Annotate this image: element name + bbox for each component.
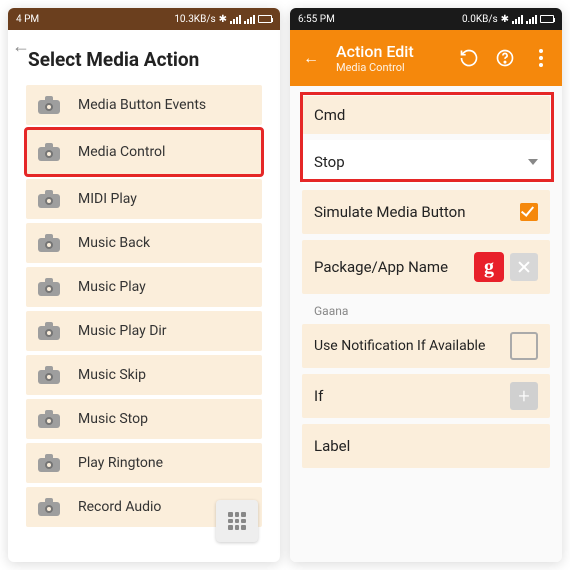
simulate-label: Simulate Media Button xyxy=(314,203,466,221)
battery-icon xyxy=(540,15,554,23)
signal-icon xyxy=(230,15,241,24)
list-item-selected[interactable]: Media Control xyxy=(26,129,262,175)
overflow-icon[interactable] xyxy=(530,47,552,69)
list-item[interactable]: Play Ringtone xyxy=(26,443,262,483)
signal-icon xyxy=(526,15,537,24)
status-net: 0.0KB/s xyxy=(462,14,498,25)
camera-icon xyxy=(38,454,60,472)
plus-icon[interactable]: + xyxy=(510,382,538,410)
list-item-label: Music Play Dir xyxy=(78,323,167,339)
help-icon[interactable] xyxy=(494,47,516,69)
statusbar: 6:55 PM 0.0KB/s ✱ xyxy=(290,8,562,30)
camera-icon xyxy=(38,366,60,384)
package-label: Package/App Name xyxy=(314,258,448,276)
camera-icon xyxy=(38,143,60,161)
camera-icon xyxy=(38,322,60,340)
checkbox-unchecked-icon[interactable] xyxy=(510,332,538,360)
checkbox-checked-icon[interactable] xyxy=(520,203,538,221)
grid-fab-button[interactable] xyxy=(216,500,258,542)
form: Cmd Stop Simulate Media Button Package/A… xyxy=(290,86,562,562)
cmd-label-row: Cmd xyxy=(302,96,550,134)
appbar-title: Action Edit xyxy=(336,42,444,61)
notification-row[interactable]: Use Notification If Available xyxy=(302,324,550,368)
chevron-down-icon xyxy=(528,159,538,165)
camera-icon xyxy=(38,234,60,252)
simulate-row[interactable]: Simulate Media Button xyxy=(302,190,550,234)
list-item[interactable]: Music Back xyxy=(26,223,262,263)
page-header: Select Media Action xyxy=(8,30,280,85)
undo-icon[interactable] xyxy=(458,47,480,69)
appbar-subtitle: Media Control xyxy=(336,61,444,74)
signal-icon xyxy=(512,15,523,24)
phone-left: 4 PM 10.3KB/s ✱ ← Select Media Action Me… xyxy=(8,8,280,562)
statusbar: 4 PM 10.3KB/s ✱ xyxy=(8,8,280,30)
label-label: Label xyxy=(314,437,350,455)
if-row[interactable]: If + xyxy=(302,374,550,418)
back-icon[interactable]: ← xyxy=(12,36,30,57)
phone-right: 6:55 PM 0.0KB/s ✱ ← Action Edit Media Co… xyxy=(290,8,562,562)
label-row[interactable]: Label xyxy=(302,424,550,468)
list-item-label: Play Ringtone xyxy=(78,455,163,471)
close-icon xyxy=(517,260,531,274)
list-item[interactable]: Music Stop xyxy=(26,399,262,439)
appbar: ← Action Edit Media Control xyxy=(290,30,562,86)
list-item-label: Media Control xyxy=(78,144,165,160)
back-icon[interactable]: ← xyxy=(300,47,322,69)
cmd-dropdown[interactable]: Stop xyxy=(302,140,550,184)
list-item-label: Record Audio xyxy=(78,499,161,515)
cmd-label: Cmd xyxy=(314,106,345,124)
if-label: If xyxy=(314,387,323,405)
list-item[interactable]: MIDI Play xyxy=(26,179,262,219)
list-item-label: Music Play xyxy=(78,279,146,295)
status-time: 4 PM xyxy=(16,14,39,25)
list-item-label: Music Skip xyxy=(78,367,146,383)
list-item-label: Music Back xyxy=(78,235,150,251)
list-item-label: Media Button Events xyxy=(78,97,206,113)
battery-icon xyxy=(258,15,272,23)
camera-icon xyxy=(38,498,60,516)
grid-icon xyxy=(228,512,246,530)
list-item[interactable]: Media Button Events xyxy=(26,85,262,125)
app-badge: g xyxy=(474,252,504,282)
list-item[interactable]: Music Skip xyxy=(26,355,262,395)
camera-icon xyxy=(38,410,60,428)
package-row[interactable]: Package/App Name g xyxy=(302,240,550,294)
notification-label: Use Notification If Available xyxy=(314,338,485,354)
action-list: Media Button Events Media Control MIDI P… xyxy=(8,85,280,562)
clear-button[interactable] xyxy=(510,253,538,281)
list-item-label: Music Stop xyxy=(78,411,148,427)
camera-icon xyxy=(38,278,60,296)
package-value: Gaana xyxy=(302,300,550,318)
list-item[interactable]: Music Play xyxy=(26,267,262,307)
cmd-value: Stop xyxy=(314,153,345,171)
signal-icon xyxy=(244,15,255,24)
list-item[interactable]: Music Play Dir xyxy=(26,311,262,351)
page-title: Select Media Action xyxy=(28,48,260,71)
camera-icon xyxy=(38,190,60,208)
status-time: 6:55 PM xyxy=(298,14,335,25)
list-item-label: MIDI Play xyxy=(78,191,137,207)
status-net: 10.3KB/s xyxy=(174,14,215,25)
camera-icon xyxy=(38,96,60,114)
